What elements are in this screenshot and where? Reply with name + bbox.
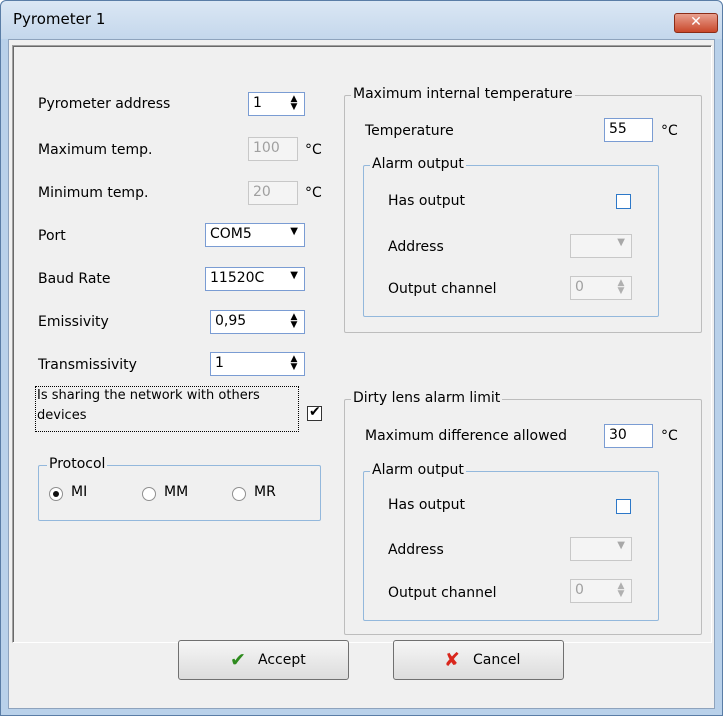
- close-icon: ✕: [690, 14, 702, 30]
- max-temp-field: 100: [248, 137, 298, 161]
- output-channel-value: 0: [575, 279, 584, 295]
- min-temp-value: 20: [253, 184, 271, 200]
- chevron-down-icon: ▼: [617, 237, 625, 248]
- chevron-down-icon[interactable]: ▼: [290, 226, 298, 237]
- close-button[interactable]: ✕: [674, 13, 718, 33]
- checkmark-icon: ✔: [309, 404, 321, 420]
- address-select: ▼: [570, 537, 632, 561]
- settings-panel: Pyrometer address 1 ▲ ▼ Maximum temp. 100…: [12, 45, 712, 643]
- max-diff-label: Maximum difference allowed: [365, 428, 568, 444]
- radio-mi-label[interactable]: MI: [71, 484, 87, 500]
- transmissivity-value: 1: [215, 355, 224, 371]
- has-output-checkbox[interactable]: [616, 194, 631, 209]
- spin-arrows-icon: ▲ ▼: [617, 278, 625, 296]
- max-temp-unit: °C: [305, 142, 322, 158]
- port-value: COM5: [210, 226, 252, 242]
- dirty-lens-group: Dirty lens alarm limit Maximum differenc…: [344, 390, 702, 635]
- baud-rate-select[interactable]: 11520C ▼: [205, 267, 305, 291]
- output-channel-label: Output channel: [388, 585, 497, 601]
- max-diff-value: 30: [609, 427, 627, 443]
- pyrometer-address-spinner[interactable]: 1 ▲ ▼: [248, 92, 305, 116]
- radio-mi[interactable]: [49, 487, 63, 501]
- pyrometer-address-value: 1: [253, 95, 262, 111]
- output-channel-spinner: 0 ▲ ▼: [570, 579, 632, 603]
- output-channel-value: 0: [575, 582, 584, 598]
- temperature-unit: °C: [661, 123, 678, 139]
- accept-button[interactable]: ✔ Accept: [178, 640, 349, 680]
- max-temp-label: Maximum temp.: [38, 142, 153, 158]
- radio-selected-dot: [53, 491, 59, 497]
- max-diff-field[interactable]: 30: [604, 424, 653, 448]
- title-bar[interactable]: Pyrometer 1 ✕: [1, 1, 722, 39]
- spin-arrows-icon[interactable]: ▲ ▼: [287, 95, 301, 113]
- output-channel-spinner: 0 ▲ ▼: [570, 276, 632, 300]
- radio-mr-label[interactable]: MR: [254, 484, 276, 500]
- max-internal-legend: Maximum internal temperature: [351, 86, 575, 102]
- temperature-label: Temperature: [365, 123, 454, 139]
- alarm-output-group: Alarm output Has output Address ▼ Output…: [363, 462, 659, 621]
- has-output-label: Has output: [388, 193, 466, 209]
- min-temp-field: 20: [248, 181, 298, 205]
- address-label: Address: [388, 542, 444, 558]
- chevron-down-icon: ▼: [617, 540, 625, 551]
- min-temp-label: Minimum temp.: [38, 185, 149, 201]
- checkmark-icon: ✔: [230, 649, 246, 671]
- alarm-output-legend: Alarm output: [370, 462, 466, 478]
- emissivity-label: Emissivity: [38, 314, 109, 330]
- radio-mm-label[interactable]: MM: [164, 484, 188, 500]
- accept-label: Accept: [258, 652, 306, 668]
- protocol-group: Protocol MI MM MR: [38, 456, 321, 521]
- spin-arrows-icon: ▲ ▼: [617, 581, 625, 599]
- min-temp-unit: °C: [305, 185, 322, 201]
- output-channel-label: Output channel: [388, 281, 497, 297]
- sharing-label-line1: Is sharing the network with others: [37, 388, 260, 403]
- window-title: Pyrometer 1: [13, 10, 106, 28]
- temperature-field[interactable]: 55: [604, 118, 653, 142]
- max-internal-group: Maximum internal temperature Temperature…: [344, 86, 702, 333]
- dialog-window: Pyrometer 1 ✕ Pyrometer address 1 ▲ ▼ Max…: [0, 0, 723, 716]
- sharing-label-line2: devices: [37, 408, 87, 423]
- has-output-checkbox[interactable]: [616, 499, 631, 514]
- cancel-x-icon: ✘: [444, 649, 460, 671]
- port-label: Port: [38, 228, 66, 244]
- address-select: ▼: [570, 234, 632, 258]
- dialog-client: Pyrometer address 1 ▲ ▼ Maximum temp. 100…: [8, 39, 715, 709]
- address-label: Address: [388, 239, 444, 255]
- emissivity-value: 0,95: [215, 313, 247, 329]
- radio-mm[interactable]: [142, 487, 156, 501]
- alarm-output-group: Alarm output Has output Address ▼ Output…: [363, 156, 659, 317]
- chevron-down-icon[interactable]: ▼: [290, 270, 298, 281]
- cancel-label: Cancel: [473, 652, 521, 668]
- pyrometer-address-label: Pyrometer address: [38, 96, 171, 112]
- temperature-value: 55: [609, 121, 627, 137]
- protocol-legend: Protocol: [47, 456, 108, 472]
- transmissivity-spinner[interactable]: 1 ▲ ▼: [210, 352, 305, 376]
- max-temp-value: 100: [253, 140, 280, 156]
- baud-rate-value: 11520C: [210, 270, 265, 286]
- emissivity-spinner[interactable]: 0,95 ▲ ▼: [210, 310, 305, 334]
- radio-mr[interactable]: [232, 487, 246, 501]
- dirty-lens-legend: Dirty lens alarm limit: [351, 390, 503, 406]
- spin-arrows-icon[interactable]: ▲ ▼: [287, 313, 301, 331]
- spin-arrows-icon[interactable]: ▲ ▼: [287, 355, 301, 373]
- alarm-output-legend: Alarm output: [370, 156, 466, 172]
- max-diff-unit: °C: [661, 428, 678, 444]
- port-select[interactable]: COM5 ▼: [205, 223, 305, 247]
- sharing-checkbox[interactable]: ✔: [307, 404, 322, 421]
- baud-rate-label: Baud Rate: [38, 271, 111, 287]
- transmissivity-label: Transmissivity: [38, 357, 137, 373]
- cancel-button[interactable]: ✘ Cancel: [393, 640, 564, 680]
- has-output-label: Has output: [388, 497, 466, 513]
